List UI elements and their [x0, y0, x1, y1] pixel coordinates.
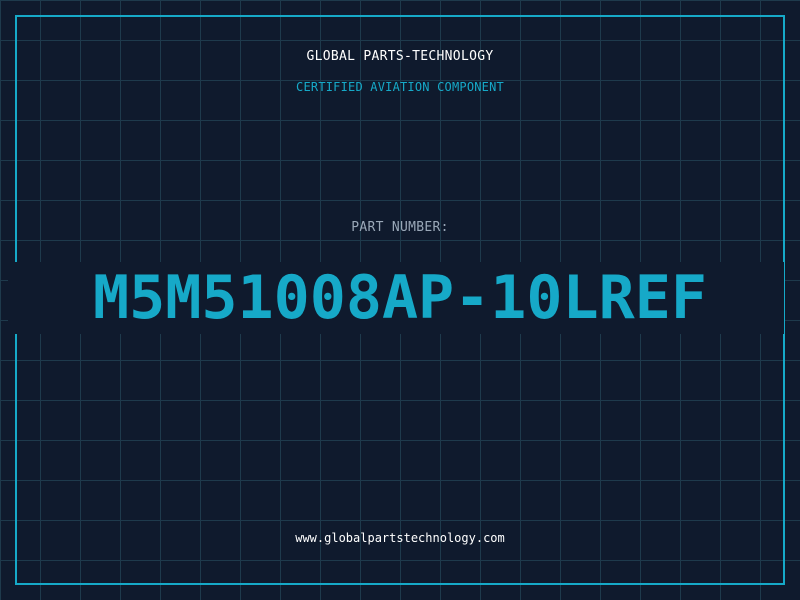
- part-number-label: PART NUMBER:: [351, 220, 449, 235]
- website-url: www.globalpartstechnology.com: [295, 531, 505, 545]
- part-number-value: M5M51008AP-10LREF: [92, 263, 708, 333]
- part-label-card: GLOBAL PARTS-TECHNOLOGY CERTIFIED AVIATI…: [0, 0, 800, 600]
- certification-tagline: CERTIFIED AVIATION COMPONENT: [296, 80, 504, 94]
- company-name: GLOBAL PARTS-TECHNOLOGY: [306, 49, 494, 64]
